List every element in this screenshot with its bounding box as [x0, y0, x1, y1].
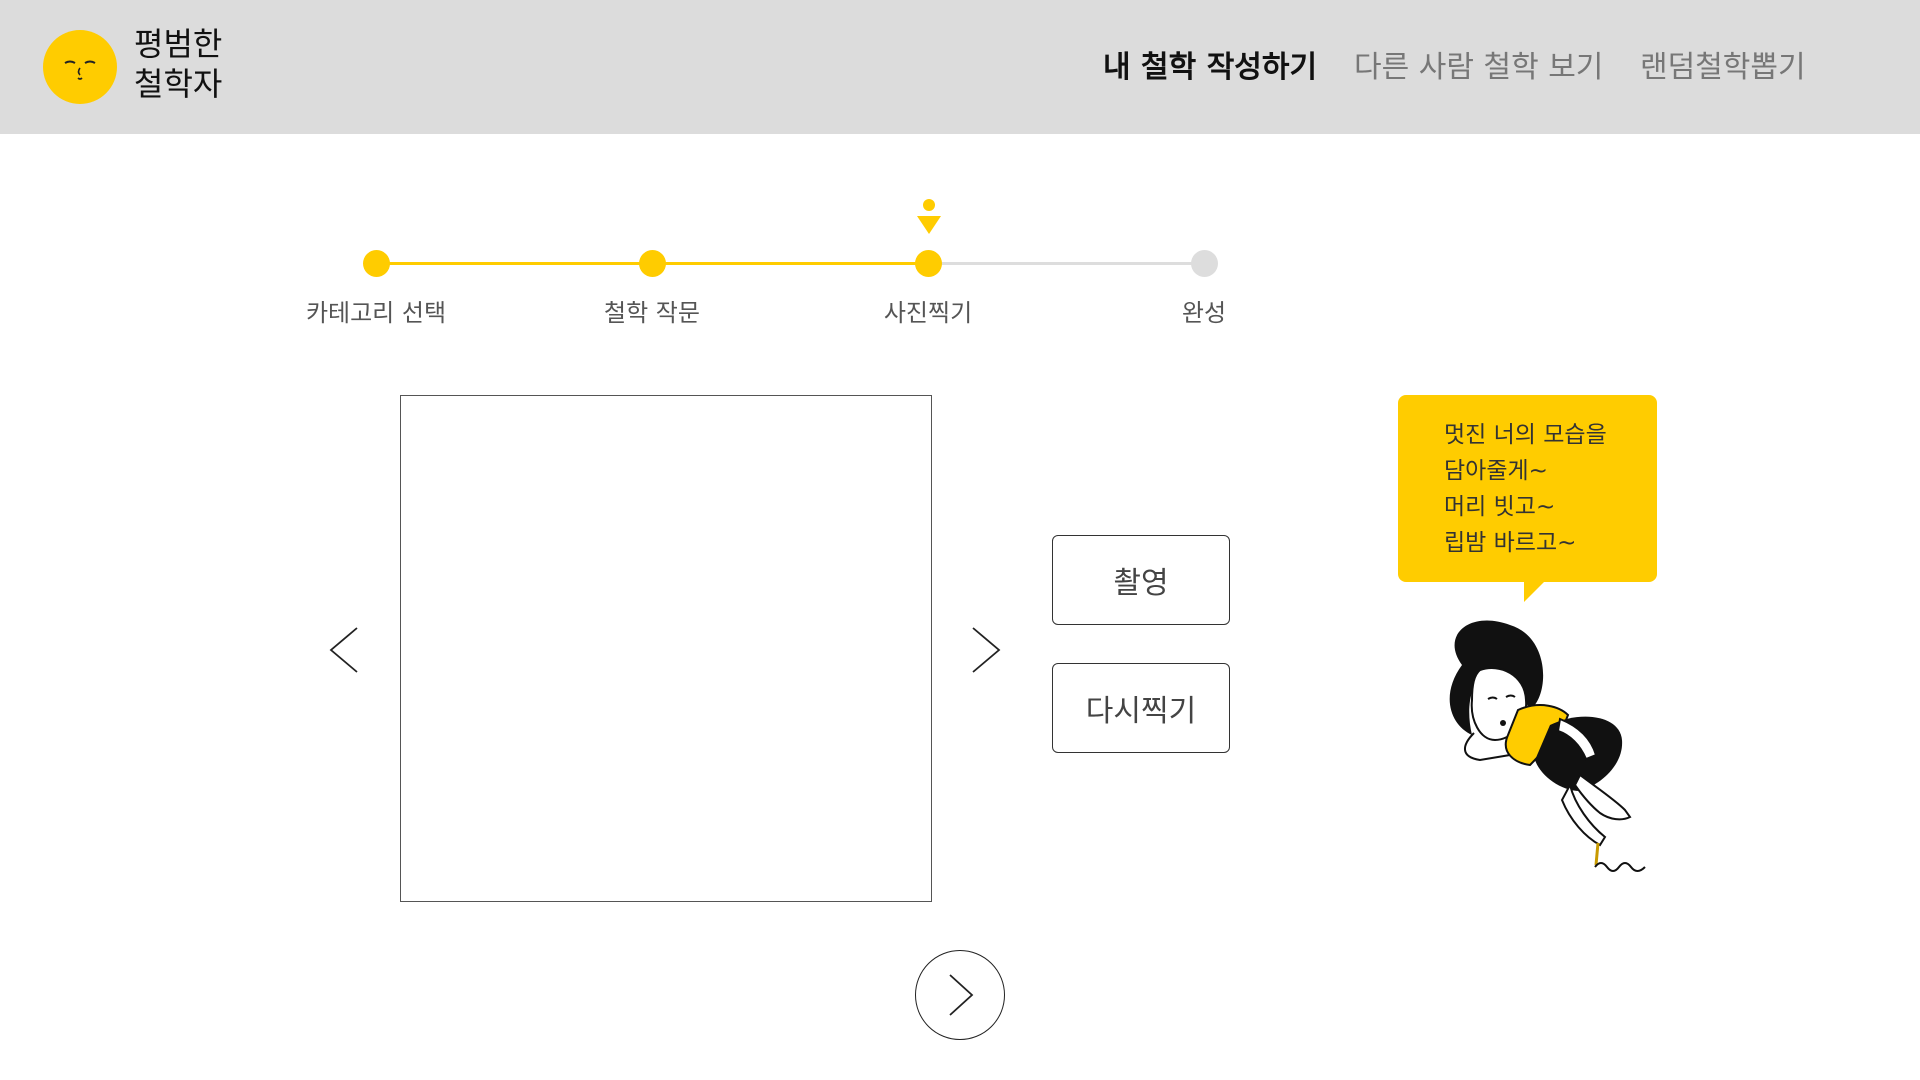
step-label-writing: 철학 작문 — [604, 299, 700, 327]
brand-name[interactable]: 평범한 철학자 — [134, 24, 222, 104]
header: 평범한 철학자 내 철학 작성하기 다른 사람 철학 보기 랜덤철학뽑기 — [0, 0, 1920, 134]
nav-random-philosophy[interactable]: 랜덤철학뽑기 — [1640, 48, 1806, 88]
bubble-line: 멋진 너의 모습을 — [1444, 422, 1607, 448]
bubble-line: 담아줄게~ — [1444, 458, 1548, 484]
camera-preview[interactable] — [400, 395, 932, 902]
chevron-left-icon — [329, 627, 358, 673]
next-photo-button[interactable] — [963, 620, 1007, 680]
logo[interactable] — [43, 30, 117, 104]
step-label-complete: 완성 — [1181, 299, 1227, 327]
current-step-marker-icon — [917, 199, 941, 234]
speech-bubble: 멋진 너의 모습을 담아줄게~ 머리 빗고~ 립밤 바르고~ — [1398, 395, 1657, 582]
speech-bubble-tail — [1524, 580, 1546, 602]
lying-woman-illustration — [1400, 615, 1660, 905]
nav-write-philosophy[interactable]: 내 철학 작성하기 — [1103, 48, 1317, 88]
brand-name-line2: 철학자 — [134, 65, 223, 103]
chevron-right-icon — [949, 974, 974, 1016]
next-step-button[interactable] — [915, 950, 1005, 1040]
step-label-category: 카테고리 선택 — [305, 299, 447, 327]
brand-name-line1: 평범한 — [134, 25, 223, 63]
step-dot-writing — [639, 250, 666, 277]
progress-stepper: 카테고리 선택 철학 작문 사진찍기 완성 — [0, 190, 1920, 340]
step-label-photo: 사진찍기 — [883, 299, 973, 327]
bubble-line: 립밤 바르고~ — [1444, 530, 1577, 556]
nav-browse-philosophy[interactable]: 다른 사람 철학 보기 — [1354, 48, 1603, 88]
shoot-button[interactable]: 촬영 — [1052, 535, 1230, 625]
signature-scribble-icon — [1594, 862, 1646, 872]
chevron-right-icon — [972, 627, 1001, 673]
prev-photo-button[interactable] — [323, 620, 367, 680]
retake-button[interactable]: 다시찍기 — [1052, 663, 1230, 753]
step-dot-category — [363, 250, 390, 277]
sleepy-face-icon — [64, 60, 96, 80]
bubble-line: 머리 빗고~ — [1444, 494, 1556, 520]
step-dot-complete — [1191, 250, 1218, 277]
stepper-track-todo — [929, 262, 1205, 265]
step-dot-photo — [915, 250, 942, 277]
